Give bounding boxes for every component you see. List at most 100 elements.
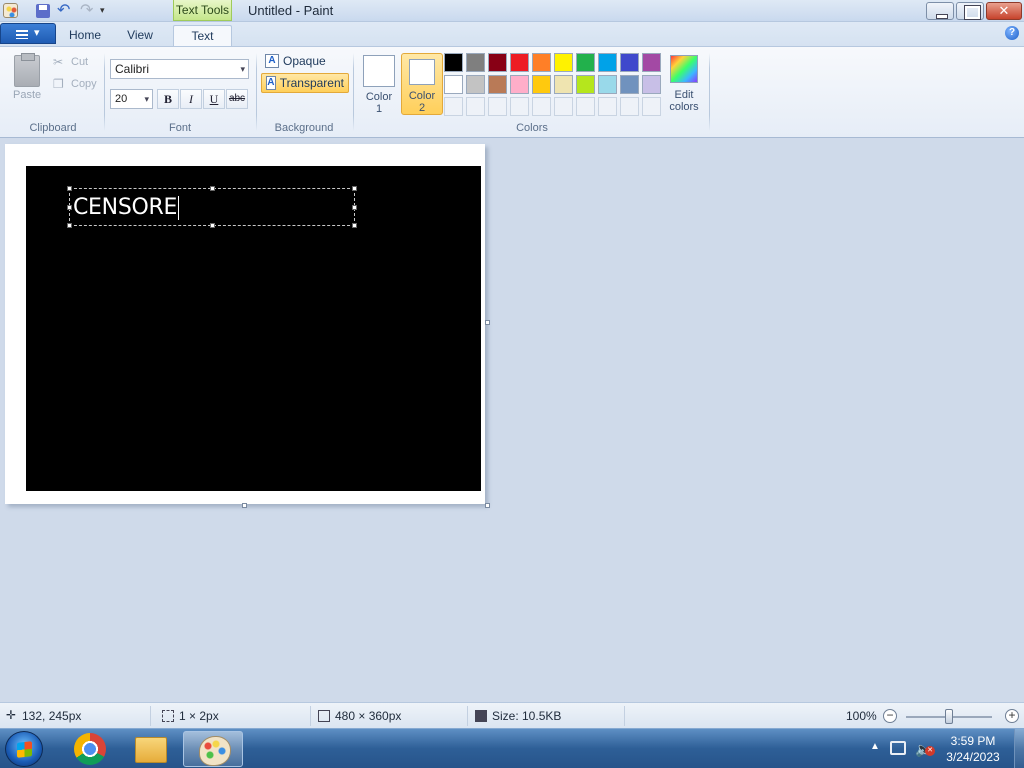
color2-number: 2 (418, 102, 426, 114)
paint-icon[interactable] (3, 3, 18, 18)
zoom-out-button[interactable]: − (883, 709, 897, 723)
clock[interactable]: 3:59 PM 3/24/2023 (940, 733, 1006, 765)
undo-icon[interactable]: ↶ (57, 3, 70, 19)
zoom-in-button[interactable]: + (1005, 709, 1019, 723)
cut-button[interactable]: ✂ Cut (53, 53, 88, 71)
palette-swatch[interactable] (444, 75, 463, 94)
strikethrough-button[interactable]: abc (226, 89, 248, 109)
paint-menu-button[interactable] (0, 23, 56, 44)
edit-colors-label: Edit (674, 89, 694, 101)
palette-swatch[interactable] (642, 53, 661, 72)
palette-custom-swatch[interactable] (510, 97, 529, 116)
text-box-content[interactable]: CENSORE (73, 195, 180, 221)
canvas-resize-handle-bottom[interactable] (242, 503, 247, 508)
font-family-select[interactable]: Calibri (110, 59, 249, 79)
transparent-button[interactable]: A Transparent (261, 73, 349, 93)
palette-swatch[interactable] (444, 53, 463, 72)
background-group-label: Background (274, 122, 334, 134)
help-icon[interactable]: ? (1005, 26, 1019, 40)
text-tools-contextual-label: Text Tools (173, 0, 232, 21)
palette-swatch[interactable] (532, 53, 551, 72)
palette-swatch[interactable] (620, 53, 639, 72)
network-icon[interactable] (890, 741, 906, 755)
palette-swatch[interactable] (576, 53, 595, 72)
copy-label: Copy (71, 78, 97, 90)
opaque-label: Opaque (283, 54, 326, 68)
color2-button[interactable]: Color 2 (401, 53, 443, 115)
text-box-handle[interactable] (67, 186, 72, 191)
palette-swatch[interactable] (642, 75, 661, 94)
save-icon[interactable] (36, 4, 50, 18)
palette-swatch[interactable] (620, 75, 639, 94)
text-box-handle[interactable] (352, 186, 357, 191)
palette-swatch[interactable] (554, 75, 573, 94)
palette-swatch[interactable] (510, 53, 529, 72)
palette-custom-swatch[interactable] (466, 97, 485, 116)
palette-swatch[interactable] (466, 53, 485, 72)
color1-button[interactable]: Color 1 (361, 53, 397, 115)
chrome-icon[interactable] (62, 731, 118, 767)
paste-button[interactable]: Paste (13, 89, 41, 101)
drawing-canvas[interactable]: CENSORE (5, 144, 485, 504)
text-box-handle[interactable] (67, 205, 72, 210)
canvas-size: 480 × 360px (318, 709, 401, 723)
paint-taskbar-icon[interactable] (183, 731, 243, 767)
palette-swatch[interactable] (598, 75, 617, 94)
color2-label: Color (408, 90, 436, 102)
palette-custom-swatch[interactable] (598, 97, 617, 116)
palette-swatch[interactable] (488, 53, 507, 72)
opaque-button[interactable]: A Opaque (261, 51, 330, 71)
volume-muted-icon[interactable]: 🔈 (915, 741, 935, 757)
text-box-handle[interactable] (352, 223, 357, 228)
ribbon: Paste ✂ Cut ❐ Copy Clipboard Calibri 20 … (0, 46, 1024, 138)
palette-custom-swatch[interactable] (620, 97, 639, 116)
file-size-text: Size: 10.5KB (492, 709, 562, 723)
copy-button[interactable]: ❐ Copy (53, 75, 97, 93)
palette-swatch[interactable] (488, 75, 507, 94)
clipboard-group-label: Clipboard (29, 122, 77, 134)
colors-group-label: Colors (516, 122, 548, 134)
underline-button[interactable]: U (203, 89, 225, 109)
palette-swatch[interactable] (510, 75, 529, 94)
tab-home[interactable]: Home (61, 25, 109, 46)
opaque-text-icon: A (265, 54, 279, 68)
canvas-workspace[interactable]: CENSORE (0, 138, 1024, 702)
canvas-resize-handle-corner[interactable] (485, 503, 490, 508)
font-size-select[interactable]: 20 (110, 89, 153, 109)
palette-swatch[interactable] (466, 75, 485, 94)
show-desktop-button[interactable] (1014, 729, 1024, 768)
text-box-handle[interactable] (352, 205, 357, 210)
color1-label: Color (365, 91, 393, 103)
text-box-handle[interactable] (210, 186, 215, 191)
palette-custom-swatch[interactable] (554, 97, 573, 116)
edit-colors-button[interactable]: Edit colors (667, 53, 701, 113)
palette-custom-swatch[interactable] (444, 97, 463, 116)
close-button[interactable] (986, 2, 1022, 20)
quick-access-dropdown-icon[interactable]: ▾ (100, 5, 105, 16)
palette-custom-swatch[interactable] (576, 97, 595, 116)
italic-button[interactable]: I (180, 89, 202, 109)
text-box[interactable]: CENSORE (67, 186, 357, 228)
explorer-icon[interactable] (122, 731, 178, 767)
show-hidden-icons-icon[interactable]: ▲ (870, 741, 880, 752)
tab-text[interactable]: Text (173, 25, 232, 47)
zoom-slider-thumb[interactable] (945, 709, 953, 724)
redo-icon[interactable]: ↷ (80, 3, 93, 19)
palette-custom-swatch[interactable] (532, 97, 551, 116)
restore-button[interactable] (956, 2, 984, 20)
palette-swatch[interactable] (598, 53, 617, 72)
palette-custom-swatch[interactable] (642, 97, 661, 116)
text-box-handle[interactable] (67, 223, 72, 228)
palette-swatch[interactable] (576, 75, 595, 94)
bold-button[interactable]: B (157, 89, 179, 109)
palette-custom-swatch[interactable] (488, 97, 507, 116)
paste-icon[interactable] (14, 53, 40, 87)
color1-number: 1 (375, 103, 383, 115)
windows-start-icon[interactable] (5, 731, 43, 767)
canvas-resize-handle-right[interactable] (485, 320, 490, 325)
minimize-button[interactable] (926, 2, 954, 20)
text-box-handle[interactable] (210, 223, 215, 228)
palette-swatch[interactable] (532, 75, 551, 94)
palette-swatch[interactable] (554, 53, 573, 72)
tab-view[interactable]: View (117, 25, 163, 46)
